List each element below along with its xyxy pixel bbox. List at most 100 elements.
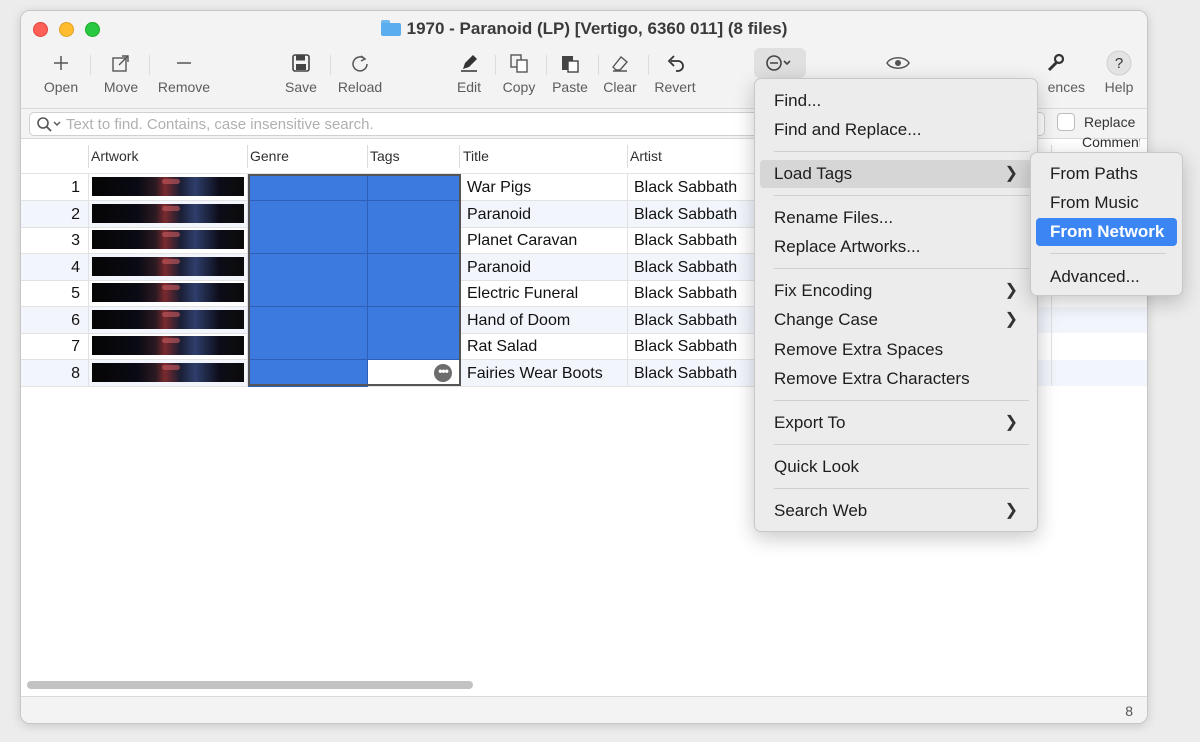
artwork-cell[interactable] (89, 227, 248, 254)
revert-button[interactable]: Revert (649, 49, 701, 95)
action-menu: Find... Find and Replace... Load Tags ❯ R… (754, 78, 1038, 532)
menu-load-tags[interactable]: Load Tags ❯ (760, 160, 1032, 188)
submenu-from-music[interactable]: From Music (1036, 189, 1177, 217)
tags-cell[interactable] (368, 253, 461, 281)
artwork-cell[interactable] (89, 359, 248, 387)
tags-cell[interactable] (368, 306, 461, 334)
chevron-right-icon: ❯ (1004, 502, 1018, 519)
artwork-cell[interactable] (89, 200, 248, 228)
copy-button[interactable]: Copy (499, 49, 539, 95)
artwork-cell[interactable] (89, 253, 248, 281)
tags-cell[interactable] (368, 174, 461, 201)
submenu-advanced[interactable]: Advanced... (1036, 263, 1177, 291)
quick-look-button[interactable] (883, 49, 913, 77)
artist-cell[interactable]: Black Sabbath (628, 333, 758, 360)
genre-cell[interactable] (248, 200, 368, 228)
help-button[interactable]: ? Help (1099, 49, 1139, 95)
tags-cell[interactable] (368, 333, 461, 360)
artist-cell[interactable]: Black Sabbath (628, 227, 758, 254)
menu-fix-encoding-label: Fix Encoding (774, 281, 873, 300)
title-cell[interactable]: Planet Caravan (461, 227, 628, 254)
title-cell[interactable]: Electric Funeral (461, 280, 628, 307)
artwork-cell[interactable] (89, 333, 248, 360)
title-cell[interactable]: Fairies Wear Boots (461, 359, 628, 387)
menu-replace-artworks[interactable]: Replace Artworks... (760, 233, 1032, 261)
menu-quick-look[interactable]: Quick Look (760, 453, 1032, 481)
chevron-right-icon: ❯ (1004, 311, 1018, 328)
genre-cell[interactable] (248, 306, 368, 334)
save-button[interactable]: Save (282, 49, 320, 95)
artwork-cell[interactable] (89, 306, 248, 334)
title-cell[interactable]: Rat Salad (461, 333, 628, 360)
artwork-thumbnail (92, 256, 244, 276)
clear-button[interactable]: Clear (601, 49, 639, 95)
open-label: Open (43, 79, 79, 95)
title-cell[interactable]: Paranoid (461, 200, 628, 228)
more-options-icon[interactable]: ••• (434, 364, 452, 382)
artist-cell[interactable]: Black Sabbath (628, 359, 758, 387)
remove-label: Remove (157, 79, 211, 95)
genre-cell[interactable] (248, 359, 368, 387)
load-tags-submenu: From Paths From Music From Network Advan… (1030, 152, 1183, 296)
artist-cell[interactable]: Black Sabbath (628, 174, 758, 201)
paste-label: Paste (552, 79, 588, 95)
menu-remove-extra-spaces[interactable]: Remove Extra Spaces (760, 336, 1032, 364)
save-icon (282, 49, 320, 77)
menu-change-case[interactable]: Change Case ❯ (760, 306, 1032, 334)
title-cell[interactable]: War Pigs (461, 174, 628, 201)
artist-cell[interactable]: Black Sabbath (628, 200, 758, 228)
artist-cell[interactable]: Black Sabbath (628, 280, 758, 307)
genre-cell[interactable] (248, 280, 368, 307)
edit-label: Edit (456, 79, 482, 95)
tags-cell[interactable] (368, 227, 461, 254)
menu-rename-files[interactable]: Rename Files... (760, 204, 1032, 232)
action-menu-icon (766, 55, 791, 71)
reload-button[interactable]: Reload (335, 49, 385, 95)
column-artwork[interactable]: Artwork (89, 139, 138, 174)
move-button[interactable]: Move (98, 49, 144, 95)
menu-export-to[interactable]: Export To ❯ (760, 409, 1032, 437)
menu-find-replace[interactable]: Find and Replace... (760, 116, 1032, 144)
tags-cell[interactable] (368, 200, 461, 228)
column-genre[interactable]: Genre (248, 139, 289, 174)
reload-label: Reload (337, 79, 383, 95)
tags-cell[interactable] (368, 280, 461, 307)
replace-field-edge[interactable] (1037, 112, 1045, 136)
menu-change-case-label: Change Case (774, 310, 878, 329)
genre-cell[interactable] (248, 227, 368, 254)
menu-load-tags-label: Load Tags (774, 164, 853, 183)
revert-label: Revert (654, 79, 696, 95)
save-label: Save (285, 79, 317, 95)
row-number: 2 (21, 200, 89, 228)
title-cell[interactable]: Paranoid (461, 253, 628, 281)
title-cell[interactable]: Hand of Doom (461, 306, 628, 334)
genre-cell[interactable] (248, 253, 368, 281)
action-menu-button[interactable] (754, 48, 806, 78)
menu-remove-extra-characters[interactable]: Remove Extra Characters (760, 365, 1032, 393)
row-number: 5 (21, 280, 89, 307)
menu-search-web[interactable]: Search Web ❯ (760, 497, 1032, 525)
column-title[interactable]: Title (461, 139, 489, 174)
artist-cell[interactable]: Black Sabbath (628, 306, 758, 334)
column-artist[interactable]: Artist (628, 139, 662, 174)
search-input[interactable]: Text to find. Contains, case insensitive… (29, 112, 769, 136)
remove-button[interactable]: Remove (155, 49, 213, 95)
replace-checkbox[interactable] (1057, 113, 1075, 131)
artwork-thumbnail (92, 309, 244, 329)
svg-text:?: ? (1115, 55, 1123, 72)
menu-find[interactable]: Find... (760, 87, 1032, 115)
menu-fix-encoding[interactable]: Fix Encoding ❯ (760, 277, 1032, 305)
edit-button[interactable]: Edit (453, 49, 485, 95)
horizontal-scrollbar[interactable] (27, 681, 473, 689)
submenu-from-network[interactable]: From Network (1036, 218, 1177, 246)
artwork-cell[interactable] (89, 174, 248, 201)
clear-label: Clear (603, 79, 637, 95)
submenu-from-paths[interactable]: From Paths (1036, 160, 1177, 188)
genre-cell[interactable] (248, 174, 368, 201)
artwork-cell[interactable] (89, 280, 248, 307)
paste-button[interactable]: Paste (549, 49, 591, 95)
open-button[interactable]: Open (41, 49, 81, 95)
artist-cell[interactable]: Black Sabbath (628, 253, 758, 281)
column-tags[interactable]: Tags (368, 139, 400, 174)
genre-cell[interactable] (248, 333, 368, 360)
